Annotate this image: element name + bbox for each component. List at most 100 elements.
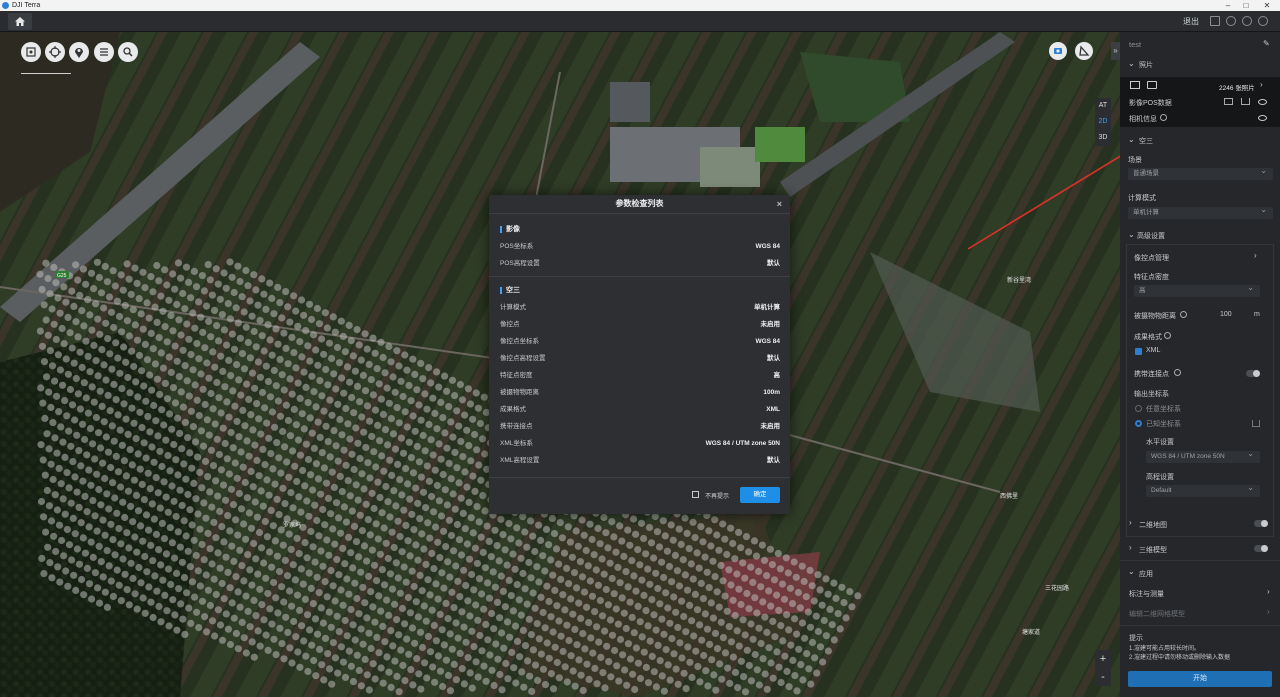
model3d-section-title[interactable]: 三维模型 — [1139, 545, 1167, 555]
param-key: 成果格式 — [500, 406, 526, 413]
marker-button[interactable] — [69, 42, 89, 62]
flight-path-dot — [344, 477, 352, 485]
map2d-section-title[interactable]: 二维地图 — [1139, 520, 1167, 530]
layers-list-button[interactable] — [94, 42, 114, 62]
section-expand-icon[interactable]: › — [1129, 518, 1132, 527]
flight-path-dot — [131, 590, 139, 598]
section-collapse-icon[interactable]: ⌄ — [1128, 230, 1135, 239]
camera-eye-icon[interactable] — [1258, 115, 1267, 121]
flight-path-dot — [640, 591, 648, 600]
flight-path-dot — [803, 650, 811, 658]
flight-path-dot — [673, 567, 682, 575]
exit-link[interactable]: 退出 — [1183, 16, 1199, 27]
zoom-in-button[interactable]: + — [1095, 650, 1111, 668]
info-icon[interactable] — [1174, 369, 1181, 376]
section-collapse-icon[interactable]: ⌄ — [1128, 59, 1135, 68]
map-search-button[interactable] — [118, 42, 138, 62]
measure-angle-button[interactable] — [1075, 42, 1093, 60]
flight-path-dot — [233, 361, 241, 369]
flight-path-dot — [320, 350, 328, 358]
view-mode-2d[interactable]: 2D — [1095, 114, 1111, 130]
camera-view-button[interactable] — [1049, 42, 1067, 60]
xml-checkbox[interactable] — [1135, 348, 1142, 355]
flight-path-dot — [533, 563, 541, 571]
flight-path-dot — [178, 445, 186, 453]
annotate-expand-icon[interactable]: › — [1267, 587, 1270, 596]
flight-path-dot — [226, 315, 234, 323]
map2d-toggle[interactable] — [1254, 520, 1268, 527]
section-collapse-icon[interactable]: ⌄ — [1128, 567, 1135, 576]
section-collapse-icon[interactable]: ⌄ — [1128, 135, 1135, 144]
flight-path-dot — [648, 652, 656, 661]
minimize-icon[interactable]: – — [1218, 0, 1238, 11]
info-icon[interactable] — [1180, 311, 1187, 318]
apply-section-title[interactable]: 应用 — [1139, 569, 1153, 579]
pos-data-label[interactable]: 影像POS数据 — [1129, 98, 1172, 108]
compute-mode-select[interactable]: 单机计算 — [1128, 204, 1273, 219]
zoom-out-button[interactable]: - — [1095, 668, 1111, 686]
layout-icon[interactable] — [1210, 16, 1220, 26]
crs-import-icon[interactable] — [1252, 420, 1260, 427]
crs-radio-any[interactable] — [1135, 405, 1142, 412]
flight-path-dot — [427, 379, 435, 387]
flight-path-dot — [274, 609, 282, 617]
camera-info-label[interactable]: 相机信息 — [1129, 114, 1157, 124]
flight-path-dot — [80, 322, 88, 330]
scene-select[interactable]: 普通场景 — [1128, 165, 1273, 180]
pos-import-icon[interactable] — [1224, 98, 1233, 105]
edit-model-item[interactable]: 编辑二维网格模型 — [1129, 609, 1185, 619]
gcp-expand-icon[interactable]: › — [1254, 251, 1257, 260]
flight-path-dot — [276, 624, 284, 632]
folder-icon[interactable] — [1147, 81, 1157, 89]
user-icon[interactable] — [1258, 16, 1268, 26]
crs-radio-known[interactable] — [1135, 420, 1142, 427]
confirm-button[interactable]: 确定 — [740, 487, 780, 503]
feature-density-select[interactable]: 高 — [1134, 282, 1260, 297]
tie-points-toggle[interactable] — [1246, 370, 1260, 377]
flight-path-dot — [753, 666, 761, 674]
pos-eye-icon[interactable] — [1258, 99, 1267, 105]
pos-export-icon[interactable] — [1241, 98, 1250, 105]
dont-show-again-checkbox[interactable] — [692, 491, 699, 498]
flight-path-dot — [348, 507, 356, 515]
object-distance-input[interactable]: 100 — [1220, 311, 1232, 318]
edit-name-icon[interactable]: ✎ — [1263, 39, 1270, 48]
view-mode-at[interactable]: AT — [1095, 98, 1111, 114]
flight-path-dot — [202, 571, 210, 579]
flight-path-dot — [422, 560, 430, 569]
flight-path-dot — [713, 645, 722, 653]
close-window-icon[interactable]: ✕ — [1257, 0, 1277, 11]
edit-model-expand-icon[interactable]: › — [1267, 607, 1270, 616]
view-mode-3d[interactable]: 3D — [1095, 130, 1111, 146]
help-icon[interactable] — [1242, 16, 1252, 26]
panel-collapse-button[interactable]: » — [1111, 42, 1120, 60]
info-icon[interactable] — [1160, 114, 1167, 121]
photos-section-title[interactable]: 照片 — [1139, 60, 1153, 70]
flight-path-dot — [674, 680, 682, 688]
flight-path-dot — [37, 441, 45, 449]
annotate-measure-item[interactable]: 标注与测量 — [1129, 589, 1164, 599]
info-icon[interactable] — [1164, 332, 1171, 339]
model3d-toggle[interactable] — [1254, 545, 1268, 552]
home-button[interactable] — [8, 13, 32, 30]
flight-path-dot — [715, 546, 723, 554]
at-section-title[interactable]: 空三 — [1139, 136, 1153, 146]
flight-path-dot — [467, 514, 475, 522]
dialog-close-icon[interactable]: × — [777, 195, 782, 213]
gcp-management-label[interactable]: 像控点管理 — [1134, 253, 1169, 263]
flight-path-dot — [141, 340, 149, 348]
maximize-icon[interactable]: □ — [1236, 0, 1256, 11]
flight-path-dot — [117, 483, 125, 491]
section-expand-icon[interactable]: › — [1129, 543, 1132, 552]
start-processing-button[interactable]: 开始 — [1128, 671, 1272, 687]
vertical-crs-select[interactable]: Default — [1146, 482, 1260, 497]
flight-path-dot — [230, 345, 239, 353]
flight-path-dot — [356, 398, 364, 406]
photo-group-expand-icon[interactable]: › — [1260, 80, 1263, 89]
settings-icon[interactable] — [1226, 16, 1236, 26]
locate-button[interactable] — [45, 42, 65, 62]
horizontal-crs-select[interactable]: WGS 84 / UTM zone 50N — [1146, 448, 1260, 463]
image-tool-button[interactable] — [21, 42, 41, 62]
flight-path-dot — [80, 591, 88, 599]
advanced-settings-title[interactable]: 高级设置 — [1137, 231, 1165, 241]
